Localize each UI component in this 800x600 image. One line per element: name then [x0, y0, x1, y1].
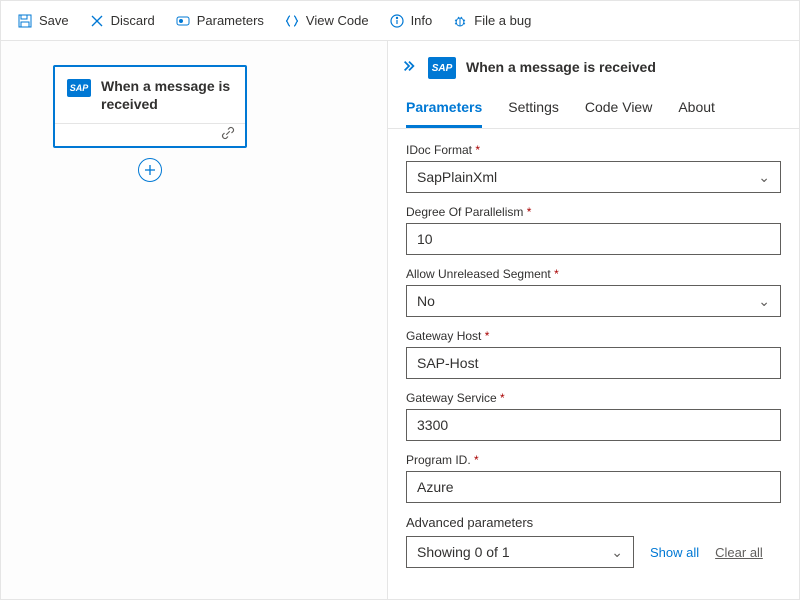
panel-header: SAP When a message is received: [388, 41, 799, 89]
advanced-value: Showing 0 of 1: [417, 544, 510, 560]
gateway-service-label: Gateway Service *: [406, 391, 781, 405]
program-id-label: Program ID. *: [406, 453, 781, 467]
file-bug-button[interactable]: File a bug: [444, 9, 539, 33]
discard-button[interactable]: Discard: [81, 9, 163, 33]
trigger-card-footer: [55, 124, 245, 146]
gateway-host-label: Gateway Host *: [406, 329, 781, 343]
field-allow-unreleased: Allow Unreleased Segment * No ⌄: [406, 267, 781, 317]
field-degree: Degree Of Parallelism *: [406, 205, 781, 255]
allow-unreleased-value: No: [417, 293, 435, 309]
details-panel: SAP When a message is received Parameter…: [387, 41, 799, 599]
save-icon: [17, 13, 33, 29]
allow-unreleased-select[interactable]: No ⌄: [406, 285, 781, 317]
advanced-select[interactable]: Showing 0 of 1 ⌄: [406, 536, 634, 568]
toolbar: Save Discard Parameters View Code Info F…: [1, 1, 799, 41]
trigger-card[interactable]: SAP When a message is received: [53, 65, 247, 148]
tab-code-view[interactable]: Code View: [585, 89, 652, 128]
save-label: Save: [39, 13, 69, 28]
info-icon: [389, 13, 405, 29]
show-all-link[interactable]: Show all: [650, 545, 699, 560]
degree-input[interactable]: [406, 223, 781, 255]
panel-title: When a message is received: [466, 59, 656, 75]
bug-icon: [452, 13, 468, 29]
collapse-button[interactable]: [400, 57, 418, 78]
advanced-label: Advanced parameters: [406, 515, 781, 530]
chevron-double-right-icon: [402, 59, 416, 73]
gateway-host-input[interactable]: [406, 347, 781, 379]
program-id-input[interactable]: [406, 471, 781, 503]
add-step-container: [53, 148, 247, 182]
tab-settings[interactable]: Settings: [508, 89, 559, 128]
connection-icon[interactable]: [221, 126, 235, 145]
field-idoc-format: IDoc Format * SapPlainXml ⌄: [406, 143, 781, 193]
view-code-label: View Code: [306, 13, 369, 28]
save-button[interactable]: Save: [9, 9, 77, 33]
chevron-down-icon: ⌄: [758, 293, 770, 310]
field-program-id: Program ID. *: [406, 453, 781, 503]
degree-label: Degree Of Parallelism *: [406, 205, 781, 219]
file-bug-label: File a bug: [474, 13, 531, 28]
close-icon: [89, 13, 105, 29]
plus-icon: [144, 164, 156, 176]
discard-label: Discard: [111, 13, 155, 28]
chevron-down-icon: ⌄: [758, 169, 770, 186]
tab-parameters[interactable]: Parameters: [406, 89, 482, 128]
allow-unreleased-label: Allow Unreleased Segment *: [406, 267, 781, 281]
idoc-format-select[interactable]: SapPlainXml ⌄: [406, 161, 781, 193]
trigger-card-title: When a message is received: [101, 77, 233, 113]
field-gateway-service: Gateway Service *: [406, 391, 781, 441]
sap-icon: SAP: [428, 57, 456, 79]
info-label: Info: [411, 13, 433, 28]
designer-canvas[interactable]: SAP When a message is received: [1, 41, 387, 599]
chevron-down-icon: ⌄: [611, 544, 623, 561]
clear-all-link[interactable]: Clear all: [715, 545, 763, 560]
trigger-card-header: SAP When a message is received: [55, 67, 245, 124]
add-step-button[interactable]: [138, 158, 162, 182]
parameters-icon: [175, 13, 191, 29]
advanced-parameters: Advanced parameters Showing 0 of 1 ⌄ Sho…: [406, 515, 781, 568]
parameters-form: IDoc Format * SapPlainXml ⌄ Degree Of Pa…: [388, 129, 799, 599]
gateway-service-input[interactable]: [406, 409, 781, 441]
parameters-button[interactable]: Parameters: [167, 9, 272, 33]
tab-about[interactable]: About: [678, 89, 715, 128]
code-icon: [284, 13, 300, 29]
idoc-format-value: SapPlainXml: [417, 169, 497, 185]
parameters-label: Parameters: [197, 13, 264, 28]
idoc-format-label: IDoc Format *: [406, 143, 781, 157]
sap-icon: SAP: [67, 79, 91, 97]
info-button[interactable]: Info: [381, 9, 441, 33]
field-gateway-host: Gateway Host *: [406, 329, 781, 379]
panel-tabs: Parameters Settings Code View About: [388, 89, 799, 129]
view-code-button[interactable]: View Code: [276, 9, 377, 33]
workspace: SAP When a message is received SAP When …: [1, 41, 799, 599]
